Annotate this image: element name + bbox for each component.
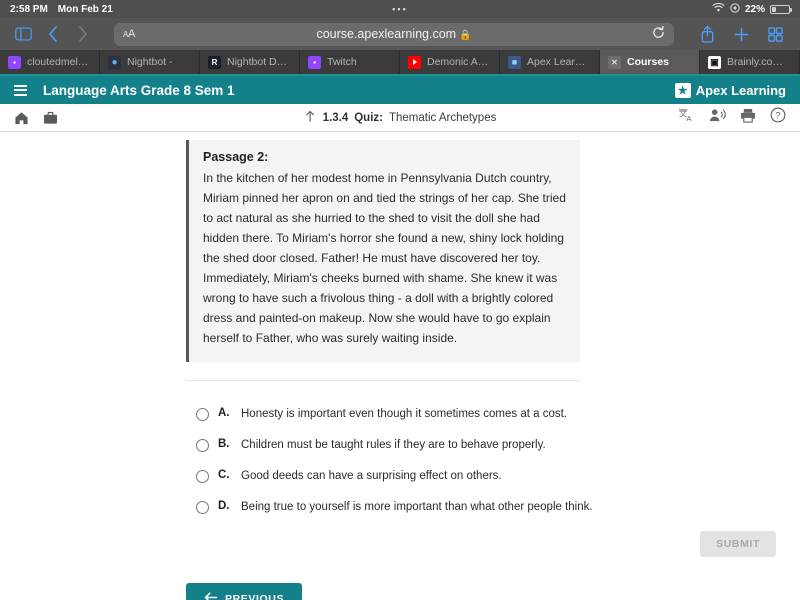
- apex-course-header: Language Arts Grade 8 Sem 1 ★ Apex Learn…: [0, 76, 800, 104]
- translate-icon[interactable]: 文A: [679, 108, 695, 128]
- previous-button[interactable]: PREVIOUS: [186, 583, 302, 600]
- option-letter: D.: [218, 500, 232, 512]
- passage-title: Passage 2:: [203, 150, 566, 164]
- up-arrow-icon[interactable]: [304, 109, 317, 126]
- answer-options: A. Honesty is important even though it s…: [196, 407, 596, 557]
- status-date: Mon Feb 21: [58, 4, 113, 15]
- passage-container: Passage 2: In the kitchen of her modest …: [186, 140, 580, 362]
- apex-learning-logo: ★ Apex Learning: [675, 83, 786, 98]
- forward-chevron-icon: [70, 22, 96, 46]
- answer-option-a[interactable]: A. Honesty is important even though it s…: [196, 407, 596, 422]
- reload-icon[interactable]: [652, 26, 665, 42]
- answer-option-d[interactable]: D. Being true to yourself is more import…: [196, 500, 596, 515]
- option-text: Being true to yourself is more important…: [241, 500, 593, 515]
- apex-icon: ■: [508, 56, 521, 69]
- url-text: course.apexlearning.com: [316, 27, 456, 41]
- read-aloud-icon[interactable]: [709, 108, 726, 127]
- activity-breadcrumb-bar: 1.3.4 Quiz: Thematic Archetypes 文A ?: [0, 104, 800, 132]
- brainly-icon: ▣: [708, 56, 721, 69]
- activity-name: Thematic Archetypes: [389, 112, 496, 124]
- apex-logo-text: Apex Learning: [696, 83, 786, 98]
- breadcrumb: 1.3.4 Quiz: Thematic Archetypes: [304, 109, 497, 126]
- plus-icon[interactable]: [726, 22, 756, 46]
- browser-tab[interactable]: R Nightbot Docs: [200, 50, 300, 74]
- status-time: 2:58 PM: [10, 4, 48, 15]
- safari-toolbar: AA course.apexlearning.com🔒: [0, 18, 800, 50]
- tab-label: Brainly.com -...: [727, 56, 791, 68]
- tabs-grid-icon[interactable]: [760, 22, 790, 46]
- sidebar-toggle-icon[interactable]: [10, 22, 36, 46]
- browser-tab[interactable]: ● Nightbot -: [100, 50, 200, 74]
- radio-button-d[interactable]: [196, 501, 209, 514]
- home-icon[interactable]: [14, 111, 29, 125]
- option-letter: A.: [218, 407, 232, 419]
- activity-tools: 文A ?: [679, 107, 786, 128]
- share-icon[interactable]: [692, 22, 722, 46]
- browser-tab[interactable]: ▪ Twitch: [300, 50, 400, 74]
- option-text: Children must be taught rules if they ar…: [241, 438, 546, 453]
- url-display: course.apexlearning.com🔒: [114, 27, 674, 41]
- back-chevron-icon[interactable]: [40, 22, 66, 46]
- ios-status-bar: 2:58 PM Mon Feb 21 ••• 22%: [0, 0, 800, 18]
- passage-box: Passage 2: In the kitchen of her modest …: [189, 140, 580, 362]
- svg-text:?: ?: [775, 109, 780, 120]
- briefcase-icon[interactable]: [43, 111, 58, 125]
- lock-icon: 🔒: [459, 30, 471, 41]
- print-icon[interactable]: [740, 108, 756, 128]
- status-bar-right: 22%: [712, 3, 790, 16]
- previous-button-label: PREVIOUS: [225, 593, 284, 600]
- twitch-icon: ▪: [8, 56, 21, 69]
- tab-label: cloutedmel -...: [27, 56, 91, 68]
- browser-tab[interactable]: ▪ cloutedmel -...: [0, 50, 100, 74]
- option-text: Honesty is important even though it some…: [241, 407, 567, 422]
- nightbot-icon: ●: [108, 56, 121, 69]
- course-title: Language Arts Grade 8 Sem 1: [43, 83, 235, 98]
- tab-label: Twitch: [327, 56, 357, 68]
- status-bar-left: 2:58 PM Mon Feb 21: [10, 4, 113, 15]
- svg-text:A: A: [687, 114, 692, 123]
- submit-row: SUBMIT: [196, 531, 776, 557]
- browser-tab[interactable]: ■ Apex Learning: [500, 50, 600, 74]
- help-icon[interactable]: ?: [770, 107, 786, 128]
- option-text: Good deeds can have a surprising effect …: [241, 469, 502, 484]
- tab-label: Apex Learning: [527, 56, 591, 68]
- previous-row: PREVIOUS: [0, 583, 800, 600]
- activity-number: 1.3.4: [323, 112, 349, 124]
- location-icon: [730, 3, 740, 16]
- activity-kind: Quiz:: [354, 112, 383, 124]
- tab-label: Demonic Att...: [427, 56, 491, 68]
- browser-tab[interactable]: ▣ Brainly.com -...: [700, 50, 800, 74]
- battery-icon: [770, 5, 790, 14]
- submit-button[interactable]: SUBMIT: [700, 531, 776, 557]
- tab-label: Nightbot Docs: [227, 56, 291, 68]
- hamburger-menu-icon[interactable]: [14, 85, 27, 96]
- browser-tab-active[interactable]: ✕ Courses: [600, 50, 700, 74]
- apex-logo-mark: ★: [675, 83, 691, 98]
- section-divider: [186, 380, 580, 381]
- readme-icon: R: [208, 56, 221, 69]
- tab-strip: ▪ cloutedmel -... ● Nightbot - R Nightbo…: [0, 50, 800, 76]
- radio-button-c[interactable]: [196, 470, 209, 483]
- answer-option-c[interactable]: C. Good deeds can have a surprising effe…: [196, 469, 596, 484]
- answer-option-b[interactable]: B. Children must be taught rules if they…: [196, 438, 596, 453]
- battery-percent: 22%: [745, 4, 765, 15]
- tab-label: Courses: [627, 56, 669, 68]
- address-bar[interactable]: AA course.apexlearning.com🔒: [114, 23, 674, 46]
- left-arrow-icon: [204, 592, 218, 600]
- option-letter: C.: [218, 469, 232, 481]
- quiz-content-area: Passage 2: In the kitchen of her modest …: [0, 132, 800, 600]
- option-letter: B.: [218, 438, 232, 450]
- dynamic-island-dots: •••: [392, 4, 407, 14]
- wifi-icon: [712, 3, 725, 16]
- close-icon[interactable]: ✕: [608, 56, 621, 69]
- radio-button-a[interactable]: [196, 408, 209, 421]
- passage-text: In the kitchen of her modest home in Pen…: [203, 168, 566, 348]
- tab-label: Nightbot -: [127, 56, 173, 68]
- youtube-icon: [408, 56, 421, 69]
- twitch-icon: ▪: [308, 56, 321, 69]
- radio-button-b[interactable]: [196, 439, 209, 452]
- browser-tab[interactable]: Demonic Att...: [400, 50, 500, 74]
